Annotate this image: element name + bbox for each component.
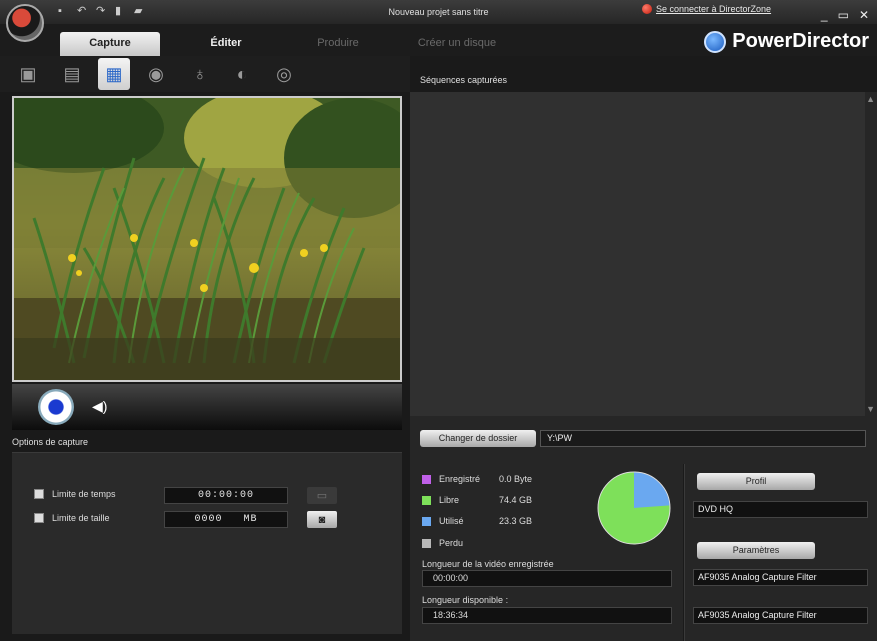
snapshot-camera-icon[interactable]: ◙: [307, 511, 337, 528]
recorded-length-field: 00:00:00: [422, 570, 672, 587]
recorded-swatch: [422, 474, 431, 484]
scroll-up-icon[interactable]: ▲: [866, 94, 875, 104]
used-value: 23.3 GB: [499, 516, 533, 526]
used-swatch: [422, 516, 431, 526]
free-label: Libre: [439, 495, 460, 505]
capture-filter-field-2[interactable]: AF9035 Analog Capture Filter: [693, 607, 868, 624]
profile-button[interactable]: Profil: [697, 473, 815, 490]
dv-camcorder-icon[interactable]: ▣: [12, 58, 44, 90]
tv-capture-icon[interactable]: ▦: [98, 58, 130, 90]
minimize-icon[interactable]: _: [821, 8, 828, 22]
available-length-field: 18:36:34: [422, 607, 672, 624]
directorzone-icon: [642, 4, 652, 14]
tab-produce: Produire: [317, 37, 359, 49]
upgrade-arrow-icon[interactable]: [704, 30, 727, 53]
webcam-icon[interactable]: ◉: [140, 58, 172, 90]
lost-swatch: [422, 538, 431, 548]
profile-panel: Profil DVD HQ Paramètres AF9035 Analog C…: [684, 464, 877, 641]
free-value: 74.4 GB: [499, 495, 533, 505]
tv-snapshot-icon: ▭: [307, 487, 337, 504]
legend-used: Utilisé 23.3 GB: [422, 516, 559, 526]
free-swatch: [422, 495, 431, 505]
folder-path-field[interactable]: Y:\PW: [540, 430, 866, 447]
microphone-icon[interactable]: ♁: [184, 58, 216, 90]
change-folder-button[interactable]: Changer de dossier: [420, 430, 536, 447]
playback-bar: ◀): [12, 384, 402, 430]
tab-capture[interactable]: Capture: [60, 32, 160, 56]
directorzone-link[interactable]: Se connecter à DirectorZone: [642, 4, 771, 14]
recorded-label: Enregistré: [439, 474, 481, 484]
tab-edit[interactable]: Éditer: [176, 32, 276, 56]
directorzone-link-label: Se connecter à DirectorZone: [656, 4, 772, 14]
window-controls: _ ▭ ✕: [821, 8, 869, 22]
hdv-camcorder-icon[interactable]: ▤: [56, 58, 88, 90]
time-limit-checkbox[interactable]: [34, 489, 44, 499]
used-label: Utilisé: [439, 516, 464, 526]
scroll-down-icon[interactable]: ▼: [866, 404, 875, 414]
capture-mode-bar: ▣ ▤ ▦ ◉ ♁ ◐ ◎: [0, 56, 410, 92]
lost-label: Perdu: [439, 538, 464, 548]
legend-free: Libre 74.4 GB: [422, 495, 559, 505]
title-bar: ▪ ↶ ↷ ▮ ▰ Nouveau projet sans titre Se c…: [0, 0, 877, 24]
time-limit-field[interactable]: 00:00:00: [164, 487, 288, 504]
size-limit-unit: MB: [243, 514, 258, 525]
available-length-label: Longueur disponible :: [422, 595, 509, 605]
brand-name: PowerDirector: [732, 30, 869, 52]
disk-space-panel: Enregistré 0.0 Byte Libre 74.4 GB Utilis…: [410, 464, 683, 641]
capture-filter-field-1[interactable]: AF9035 Analog Capture Filter: [693, 569, 868, 586]
disk-usage-pie: [597, 471, 671, 545]
time-limit-row: Limite de temps: [34, 489, 116, 499]
profile-value-field[interactable]: DVD HQ: [693, 501, 868, 518]
size-limit-row: Limite de taille: [34, 513, 110, 523]
preview-image: [14, 98, 400, 380]
brand: PowerDirector: [704, 30, 869, 53]
capture-options-panel: Limite de temps 00:00:00 ▭ Limite de tai…: [12, 452, 402, 634]
app-logo-icon[interactable]: [6, 4, 44, 42]
restore-icon[interactable]: ▭: [838, 8, 849, 22]
size-limit-label: Limite de taille: [52, 513, 110, 523]
recorded-length-label: Longueur de la vidéo enregistrée: [422, 559, 554, 569]
recorded-value: 0.0 Byte: [499, 474, 533, 484]
size-limit-value: 0000: [194, 514, 223, 525]
record-button[interactable]: [38, 389, 74, 425]
legend-recorded: Enregistré 0.0 Byte: [422, 474, 559, 484]
parameters-button[interactable]: Paramètres: [697, 542, 815, 559]
legend-lost: Perdu: [422, 538, 499, 548]
captured-sequences-label: Séquences capturées: [420, 75, 508, 85]
video-preview: [12, 96, 402, 382]
capture-options-label: Options de capture: [12, 437, 89, 447]
close-icon[interactable]: ✕: [859, 8, 869, 22]
cd-audio-icon[interactable]: ◐: [226, 58, 258, 90]
pie-slice-used: [634, 472, 670, 508]
size-limit-field[interactable]: 0000 MB: [164, 511, 288, 528]
captured-sequences-list[interactable]: ▲ ▼: [410, 92, 877, 416]
time-limit-label: Limite de temps: [52, 489, 116, 499]
tab-create-disc: Créer un disque: [417, 37, 497, 49]
sequences-scrollbar[interactable]: ▲ ▼: [865, 92, 877, 416]
dvd-icon[interactable]: ◎: [268, 58, 300, 90]
volume-icon[interactable]: ◀): [92, 398, 107, 415]
size-limit-checkbox[interactable]: [34, 513, 44, 523]
folder-row: Changer de dossier Y:\PW: [410, 416, 877, 464]
